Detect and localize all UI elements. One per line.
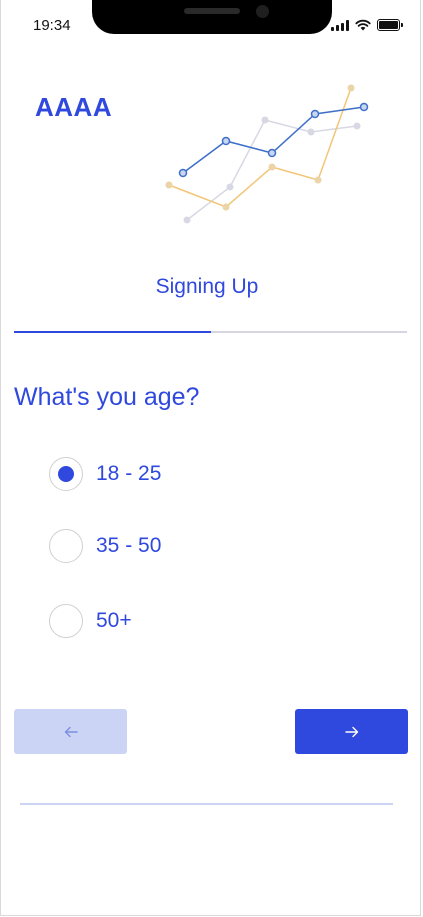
question-heading: What's you age? [14,383,200,411]
line-chart-illustration [165,84,369,224]
bottom-divider [20,803,393,805]
back-button[interactable] [14,709,127,754]
signup-progress-bar [14,331,407,333]
progress-fill [14,331,211,333]
radio-button[interactable] [49,457,83,491]
wifi-icon [355,19,371,31]
age-option-50-plus[interactable]: 50+ [49,604,132,638]
arrow-left-icon [64,726,78,737]
brand-logo: AAAA [35,92,113,122]
radio-selected-dot [58,466,74,482]
notch-speaker [184,8,240,14]
notch-camera [256,5,269,18]
radio-button[interactable] [49,604,83,638]
radio-button[interactable] [49,529,83,563]
option-label: 18 - 25 [96,462,162,485]
age-option-18-25[interactable]: 18 - 25 [49,457,161,491]
option-label: 50+ [96,609,132,632]
phone-screen: 19:34 AAAA Signing Up What's you age? 18… [0,0,421,916]
status-icons [331,19,403,31]
arrow-right-icon [344,726,358,737]
device-notch [92,0,332,34]
status-time: 19:34 [33,17,71,34]
signal-icon [331,19,349,31]
next-button[interactable] [295,709,408,754]
option-label: 35 - 50 [96,534,162,557]
battery-icon [377,19,403,31]
page-title: Signing Up [155,275,259,298]
age-option-35-50[interactable]: 35 - 50 [49,529,161,563]
